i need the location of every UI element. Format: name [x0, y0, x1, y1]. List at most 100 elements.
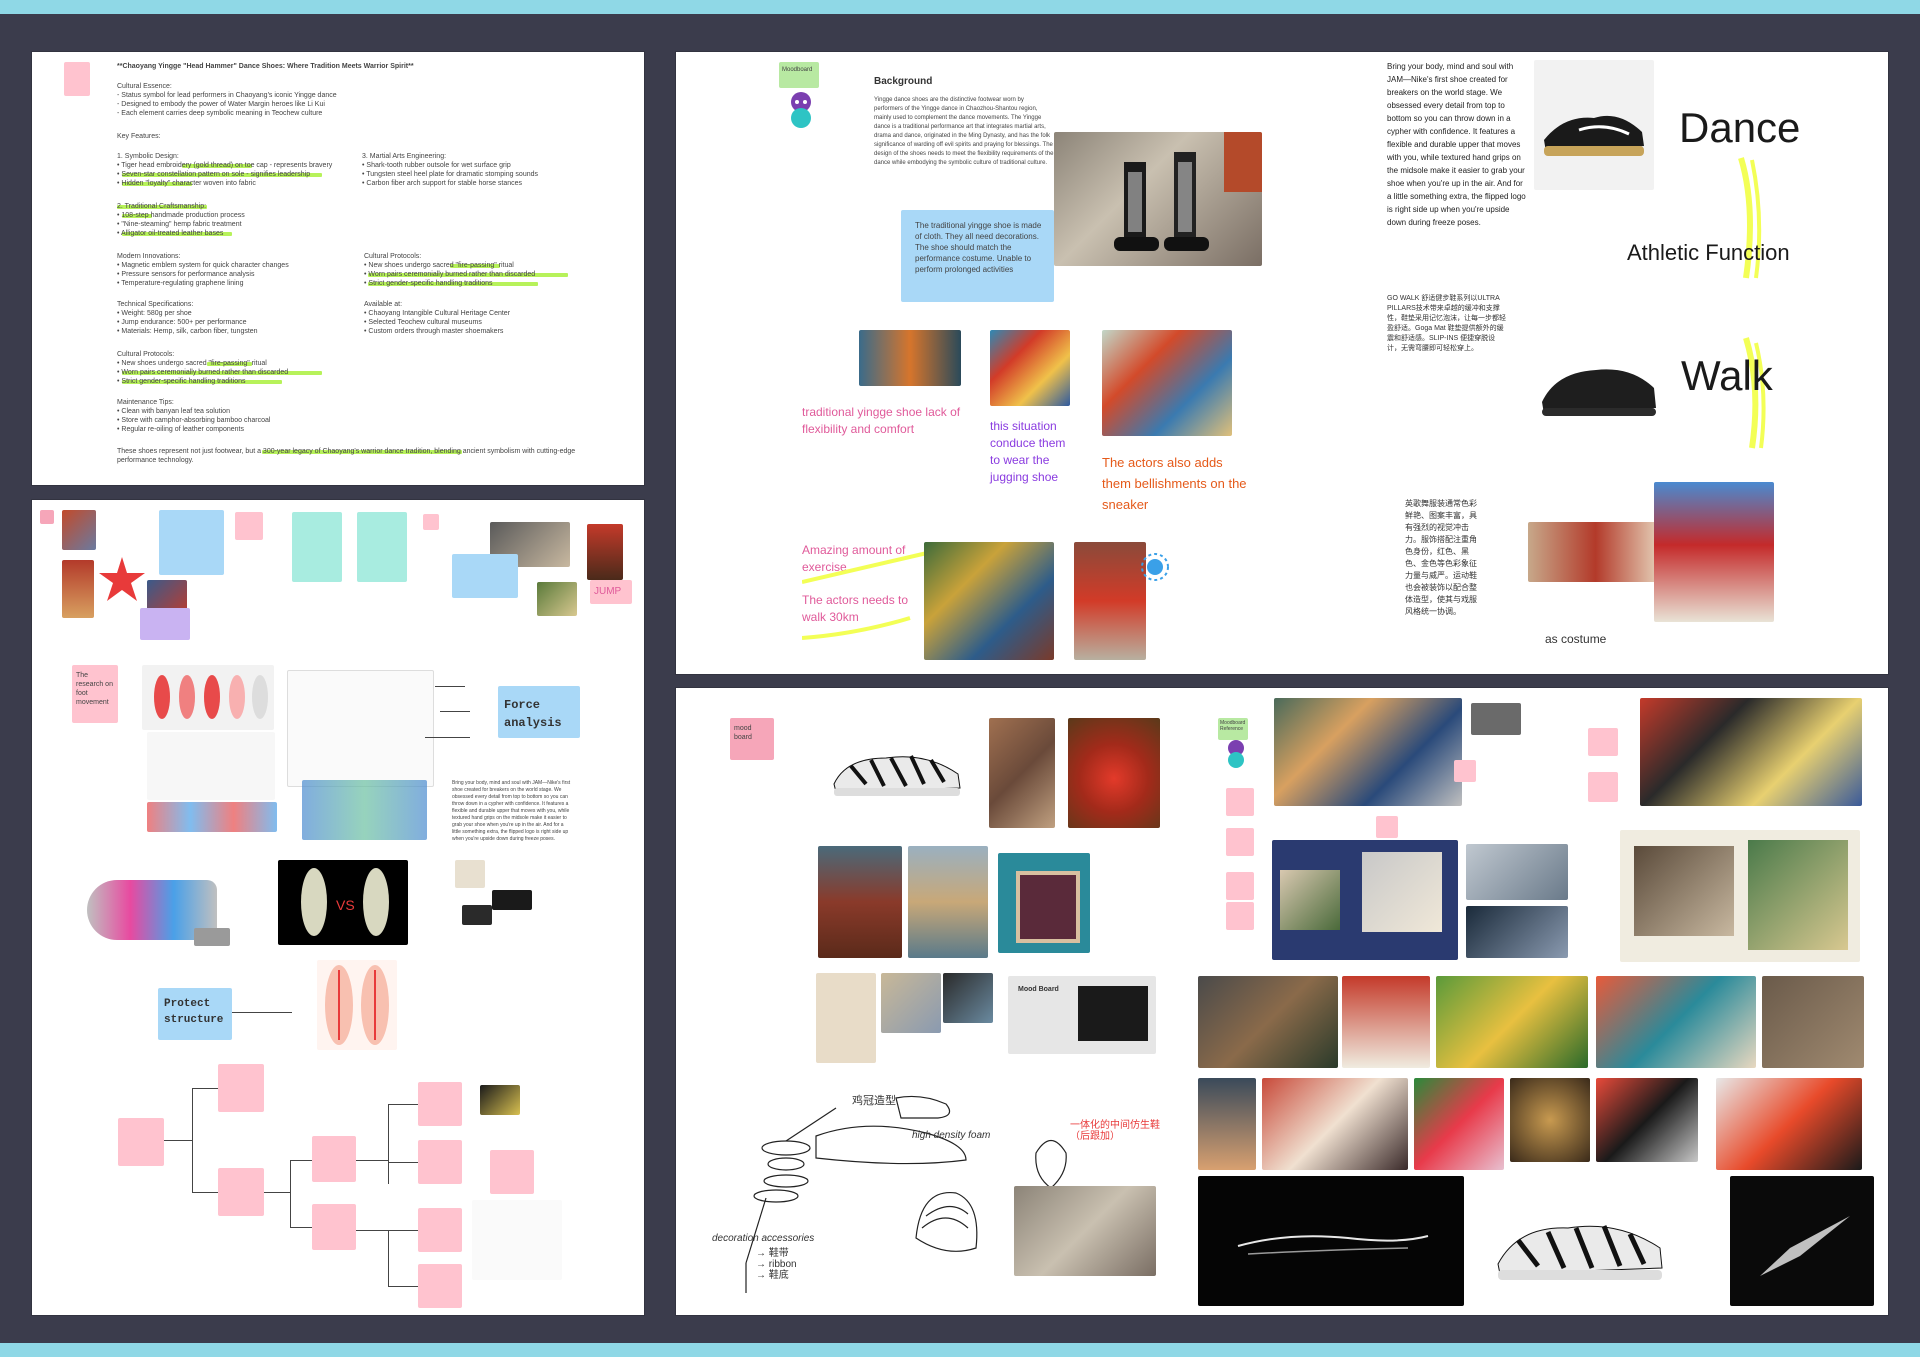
performers-street-photo — [1528, 522, 1663, 582]
basketball-photo — [1510, 1078, 1590, 1162]
essence-item: - Each element carries deep symbolic mea… — [117, 110, 323, 117]
sticky-note[interactable] — [452, 554, 518, 598]
ornate-window-photo — [998, 853, 1090, 953]
flow-node[interactable] — [418, 1140, 462, 1184]
traditional-shoe-note-text: The traditional yingge shoe is made of c… — [915, 221, 1042, 274]
craft-heading: 2. Traditional Craftsmanship: — [117, 203, 207, 210]
protect-structure-sticky[interactable]: Protect structure — [158, 988, 232, 1040]
editorial-collage-photo — [1620, 830, 1860, 962]
maintenance-heading: Maintenance Tips: — [117, 399, 174, 406]
arrow-line — [232, 1012, 292, 1013]
flow-node[interactable] — [312, 1136, 356, 1182]
protocols-heading: Cultural Protocols: — [364, 253, 422, 260]
available-heading: Available at: — [364, 301, 403, 308]
sketch-annotation: high density foam — [912, 1130, 991, 1141]
sticky-note[interactable] — [1454, 760, 1476, 782]
flow-connector — [290, 1160, 291, 1228]
research-paper-doc — [472, 1200, 562, 1280]
traditional-shoe-note[interactable]: The traditional yingge shoe is made of c… — [901, 210, 1054, 302]
red-orange-collage-photo — [1640, 698, 1862, 806]
shoe-thumb-photo — [455, 860, 485, 888]
dancers-legs-photo — [859, 330, 961, 386]
flow-connector — [164, 1140, 192, 1141]
research-sticky[interactable]: The research on foot movement — [72, 665, 118, 723]
flow-node[interactable] — [418, 1264, 462, 1308]
mask-closeup-photo — [1262, 1078, 1408, 1170]
nike-jam-description: Bring your body, mind and soul with JAM—… — [1387, 62, 1526, 227]
reference-docs-photo — [816, 973, 876, 1063]
sticky-note[interactable] — [1588, 728, 1618, 756]
arrow-line — [425, 737, 470, 738]
mood-board-tag[interactable]: mood board — [730, 718, 774, 760]
sticky-note[interactable] — [1376, 816, 1398, 838]
flow-node[interactable] — [418, 1208, 462, 1252]
tech-heading: Technical Specifications: — [117, 301, 194, 308]
moodboard-tag[interactable]: Moodboard — [779, 62, 819, 88]
sketch-list: → 鞋带 → ribbon → 鞋底 — [756, 1248, 797, 1281]
cn-description-2: 英歌舞服装通常色彩鲜艳、图案丰富，具有强烈的视觉冲击力。服饰搭配注重角色身份，红… — [1405, 499, 1477, 616]
force-analysis-label: Force analysis — [504, 698, 562, 730]
window-frame — [1016, 871, 1080, 943]
zebra-sneaker-illustration — [1497, 1225, 1663, 1280]
shoe-swatch — [1078, 986, 1148, 1041]
splash-icon — [1141, 553, 1169, 581]
protocols-item: • New shoes undergo sacred "fire-passing… — [364, 262, 514, 269]
board-background[interactable]: Moodboard Background Yingge dance shoes … — [676, 52, 1888, 674]
temple-gate-photo — [818, 846, 902, 958]
dance-feet-thumb-photo — [1014, 1186, 1156, 1276]
sticky-note[interactable] — [235, 512, 263, 540]
sticky-note[interactable] — [1226, 872, 1254, 900]
flow-node[interactable] — [118, 1118, 164, 1166]
background-heading: Background — [874, 76, 933, 87]
collage-tile — [1748, 840, 1848, 950]
caption-situation: this situation conduce them to wear the … — [990, 419, 1066, 484]
available-item: • Custom orders through master shoemaker… — [364, 328, 504, 335]
foot-scan-grid — [302, 780, 427, 840]
sticky-note[interactable] — [40, 510, 54, 524]
sticky-note[interactable] — [1226, 788, 1254, 816]
board-research[interactable]: JUMP The research on foot movement Force… — [32, 500, 644, 1315]
foot-pressure-chart — [142, 665, 274, 730]
canvas-top-border — [0, 0, 1920, 14]
mood-board-card-title: Mood Board — [1018, 986, 1059, 993]
street-parade-photo — [1198, 976, 1338, 1068]
modern-item: • Temperature-regulating graphene lining — [117, 280, 244, 287]
board-moodboard[interactable]: mood board Mood Board 鸡冠造型 high density … — [676, 688, 1888, 1315]
foot-scan-thumbnails — [147, 732, 275, 800]
flow-node[interactable] — [490, 1150, 534, 1194]
canvas-bottom-border — [0, 1343, 1920, 1357]
flow-node[interactable] — [418, 1082, 462, 1126]
protocols-heading: Cultural Protocols: — [117, 351, 175, 358]
sticky-note[interactable] — [1226, 828, 1254, 856]
shoe-thumb-photo — [537, 582, 577, 616]
flow-node[interactable] — [312, 1204, 356, 1250]
sticky-note[interactable] — [159, 510, 224, 575]
shoe-comparison-photo: VS — [278, 860, 408, 945]
sticky-note[interactable] — [1226, 902, 1254, 930]
sticky-note[interactable] — [423, 514, 439, 530]
label-athletic-function: Athletic Function — [1627, 240, 1790, 265]
sticky-note[interactable] — [357, 512, 407, 582]
sticky-note[interactable] — [64, 62, 90, 96]
flow-connector — [388, 1230, 389, 1286]
flow-connector — [192, 1088, 193, 1192]
jump-sticky[interactable]: JUMP — [590, 580, 632, 604]
flow-connector — [290, 1227, 312, 1228]
moodboard-reference-label: Moodboard Reference — [1220, 720, 1246, 732]
nike-jam-text-copy: Bring your body, mind and soul with JAM—… — [452, 780, 571, 842]
foot-force-illustration — [325, 965, 389, 1045]
moodboard-tag-label: Moodboard — [782, 67, 813, 73]
board-product-notes[interactable]: **Chaoyang Yingge "Head Hammer" Dance Sh… — [32, 52, 644, 485]
mood-board-tag-label: mood board — [734, 725, 752, 741]
sticky-note[interactable] — [1588, 772, 1618, 802]
collage-tile — [1634, 846, 1734, 936]
sticky-note[interactable] — [140, 608, 190, 640]
force-analysis-sticky[interactable]: Force analysis — [498, 686, 580, 738]
red-lantern-photo — [1068, 718, 1160, 828]
mood-board-card: Mood Board — [1008, 976, 1156, 1054]
flow-node[interactable] — [218, 1168, 264, 1216]
flow-node[interactable] — [218, 1064, 264, 1112]
sticky-note[interactable] — [292, 512, 342, 582]
shoe-thumb-photo — [462, 905, 492, 925]
moodboard-reference-tag[interactable]: Moodboard Reference — [1218, 718, 1248, 740]
